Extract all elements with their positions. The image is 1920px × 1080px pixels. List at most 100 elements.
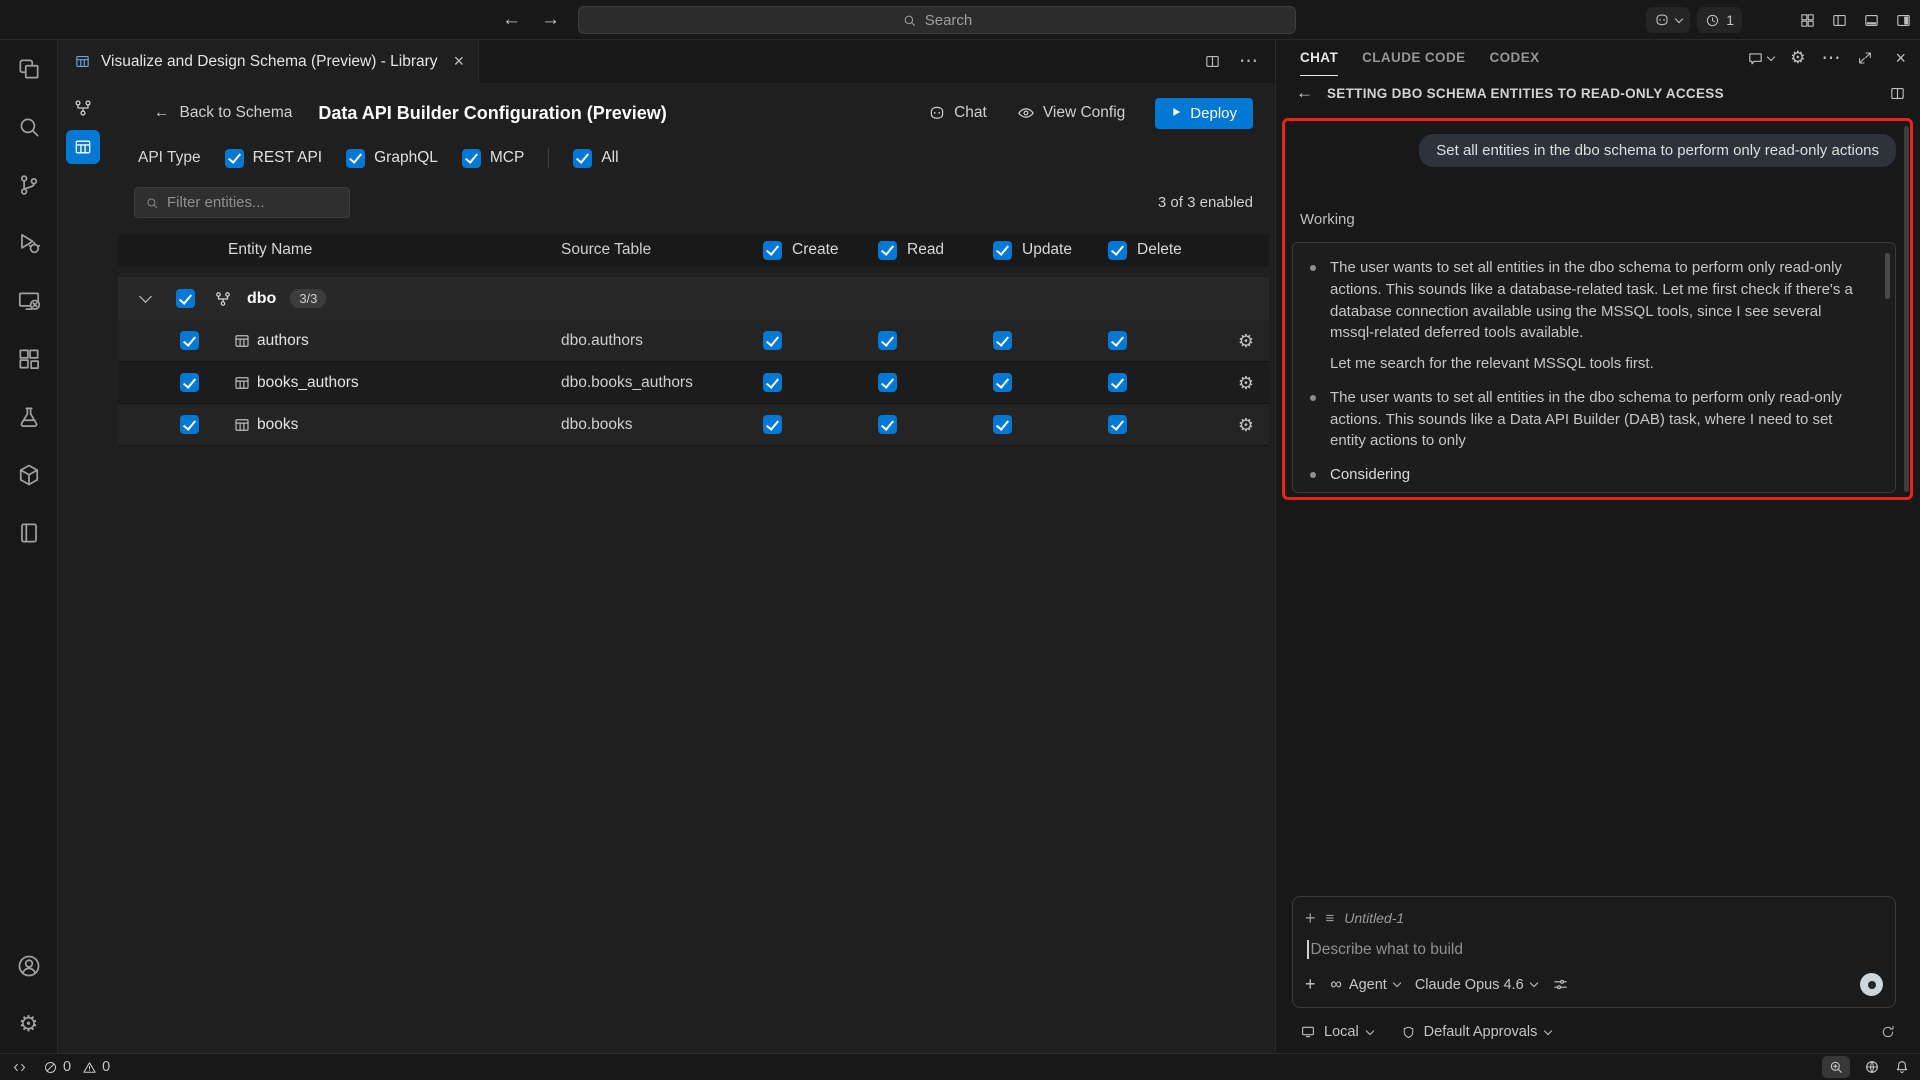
rest-api-checkbox[interactable] [225,149,244,168]
model-picker[interactable]: Claude Opus 4.6 [1415,977,1537,993]
close-icon[interactable]: × [454,51,465,72]
create-checkbox[interactable] [763,331,782,350]
attached-file-chip[interactable]: Untitled-1 [1344,910,1404,926]
approvals-picker[interactable]: Default Approvals [1401,1024,1552,1040]
database-projects-icon[interactable] [0,446,58,504]
filter-entities-input[interactable]: Filter entities... [134,187,350,218]
extensions-icon[interactable] [0,330,58,388]
mcp-option[interactable]: MCP [462,149,524,168]
search-label: Search [925,12,973,29]
delete-checkbox[interactable] [1108,415,1127,434]
row-settings-gear-icon[interactable]: ⚙ [1238,374,1254,392]
explorer-icon[interactable] [0,40,58,98]
notebook-icon[interactable] [0,504,58,562]
toggle-secondary-sidebar-icon[interactable] [1895,12,1912,29]
create-checkbox[interactable] [763,373,782,392]
chat-text-input[interactable]: Describe what to build [1307,939,1883,960]
mcp-checkbox[interactable] [462,149,481,168]
delete-checkbox[interactable] [1108,331,1127,350]
notifications-bell-icon[interactable] [1894,1059,1910,1075]
problems-indicator[interactable]: 0 0 [43,1059,110,1075]
editor-tab[interactable]: Visualize and Design Schema (Preview) - … [58,40,479,83]
active-sessions-button[interactable]: 1 [1697,7,1742,33]
row-checkbox[interactable] [180,415,199,434]
collapse-chevron-icon[interactable] [139,290,152,303]
update-checkbox[interactable] [993,331,1012,350]
more-actions-icon[interactable]: ⋯ [1239,50,1259,73]
chat-button[interactable]: Chat [928,104,987,122]
remote-explorer-icon[interactable] [0,272,58,330]
read-all-checkbox[interactable] [878,241,897,260]
delete-checkbox[interactable] [1108,373,1127,392]
settings-gear-icon[interactable]: ⚙ [0,995,58,1053]
language-globe-icon[interactable] [1864,1059,1880,1075]
rest-api-option[interactable]: REST API [225,149,323,168]
read-checkbox[interactable] [878,373,897,392]
session-header: ← SETTING DBO SCHEMA ENTITIES TO READ-ON… [1276,76,1920,110]
attach-icon[interactable]: + [1305,974,1316,995]
send-stop-button[interactable] [1860,973,1883,996]
api-config-view-button[interactable] [66,130,100,164]
tab-chat[interactable]: CHAT [1300,40,1338,76]
nav-back-button[interactable]: ← [502,9,521,31]
create-all-checkbox[interactable] [763,241,782,260]
close-panel-icon[interactable]: × [1895,48,1906,69]
copilot-menu-button[interactable] [1646,7,1690,33]
delete-all-checkbox[interactable] [1108,241,1127,260]
remote-indicator-icon[interactable] [12,1060,27,1075]
scrollbar-thumb[interactable] [1885,253,1890,299]
entity-name: books [257,416,298,434]
tab-claude-code[interactable]: CLAUDE CODE [1362,40,1465,76]
session-back-icon[interactable]: ← [1296,83,1313,103]
toggle-panel-icon[interactable] [1863,12,1880,29]
group-checkbox[interactable] [176,289,195,308]
new-chat-button[interactable] [1747,50,1774,67]
graphql-option[interactable]: GraphQL [346,149,438,168]
command-center-search[interactable]: Search [578,6,1296,34]
view-config-button[interactable]: View Config [1017,104,1125,122]
panel-more-icon[interactable]: ⋯ [1821,47,1841,70]
row-settings-gear-icon[interactable]: ⚙ [1238,332,1254,350]
run-debug-icon[interactable] [0,214,58,272]
read-checkbox[interactable] [878,415,897,434]
chat-settings-gear-icon[interactable]: ⚙ [1790,48,1805,68]
schema-view-button[interactable] [66,91,100,125]
page-title: Data API Builder Configuration (Preview) [318,103,666,124]
search-view-icon[interactable] [0,98,58,156]
toggle-sidebar-icon[interactable] [1831,12,1848,29]
graphql-checkbox[interactable] [346,149,365,168]
zoom-in-icon[interactable] [1822,1056,1850,1078]
workbench-main: ⚙ Visualize and Design Schema (Preview) … [0,40,1920,1053]
customize-layout-icon[interactable] [1799,12,1816,29]
update-all-checkbox[interactable] [993,241,1012,260]
tools-sliders-icon[interactable] [1552,976,1569,993]
create-checkbox[interactable] [763,415,782,434]
row-checkbox[interactable] [180,373,199,392]
all-checkbox[interactable] [573,149,592,168]
testing-icon[interactable] [0,388,58,446]
back-to-schema-link[interactable]: ← Back to Schema [154,104,292,122]
open-session-editor-icon[interactable] [1889,85,1906,102]
nav-forward-button[interactable]: → [541,9,560,31]
environment-picker[interactable]: Local [1300,1024,1373,1040]
row-checkbox[interactable] [180,331,199,350]
panel-scrollbar-thumb[interactable] [1904,126,1909,492]
user-message: Set all entities in the dbo schema to pe… [1419,134,1896,167]
split-editor-icon[interactable] [1204,53,1221,70]
all-option[interactable]: All [573,149,618,168]
row-settings-gear-icon[interactable]: ⚙ [1238,416,1254,434]
update-checkbox[interactable] [993,415,1012,434]
add-context-icon[interactable]: + [1305,908,1316,929]
col-update: Update [993,241,1108,260]
read-checkbox[interactable] [878,331,897,350]
accounts-icon[interactable] [0,937,58,995]
maximize-panel-icon[interactable] [1857,50,1873,66]
sync-icon[interactable] [1880,1024,1896,1040]
update-checkbox[interactable] [993,373,1012,392]
source-control-icon[interactable] [0,156,58,214]
chat-panel: CHAT CLAUDE CODE CODEX ⚙ ⋯ × ← SETTING D… [1275,40,1920,1053]
tab-codex[interactable]: CODEX [1490,40,1540,76]
deploy-button[interactable]: Deploy [1155,98,1253,129]
mode-picker[interactable]: ∞ Agent [1331,976,1400,994]
sessions-badge: 1 [1726,12,1734,28]
